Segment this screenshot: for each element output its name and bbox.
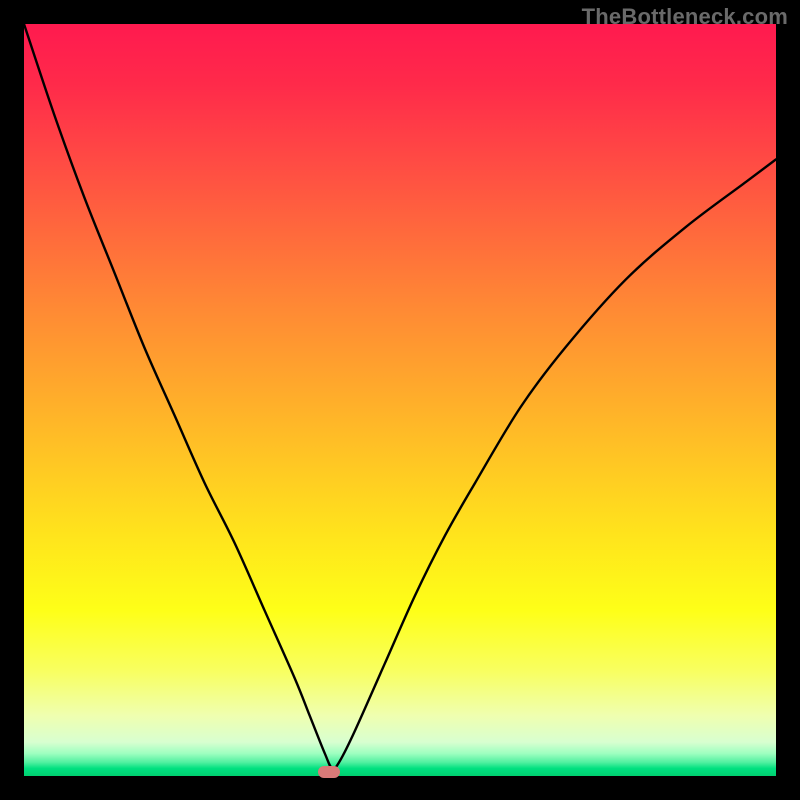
bottleneck-curve [24,24,776,776]
optimal-point-marker [318,766,340,778]
plot-area [24,24,776,776]
watermark-text: TheBottleneck.com [582,4,788,30]
chart-frame: TheBottleneck.com [0,0,800,800]
